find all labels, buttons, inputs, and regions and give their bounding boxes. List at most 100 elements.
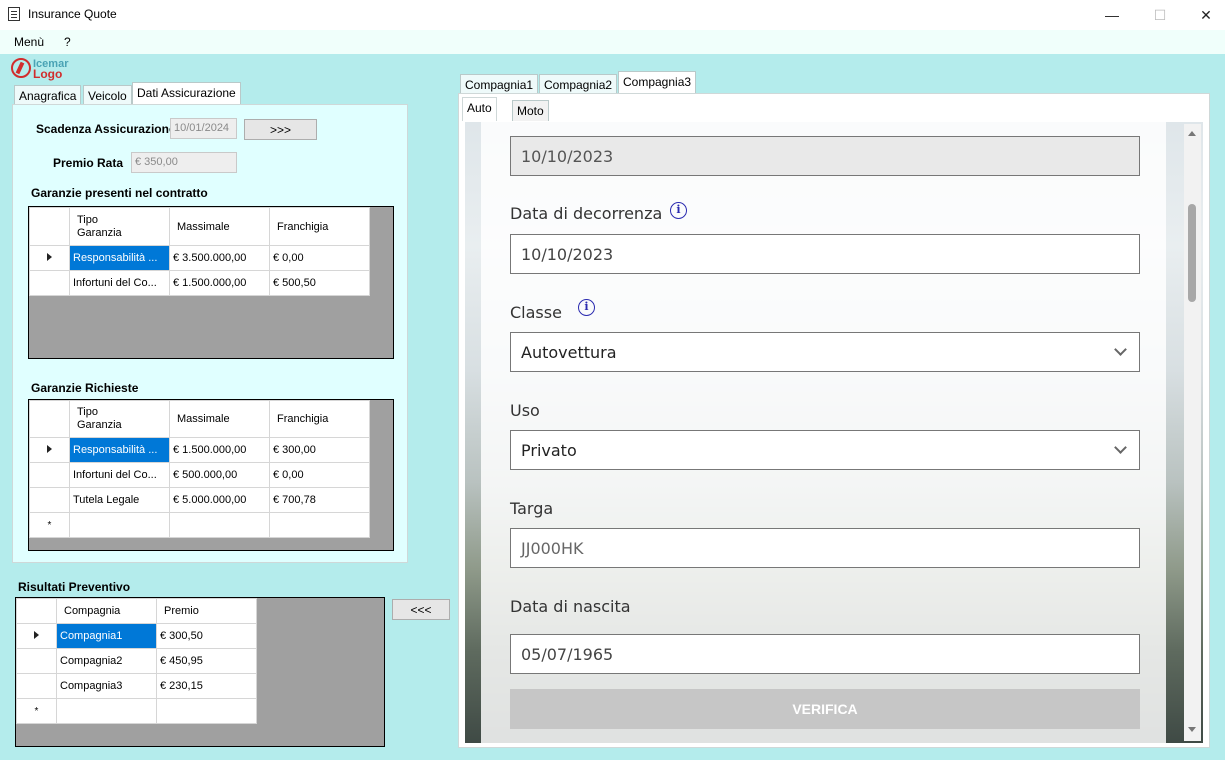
table-row[interactable]: Compagnia2 € 450,95 bbox=[16, 648, 257, 674]
tab-compagnia1[interactable]: Compagnia1 bbox=[460, 74, 539, 94]
classe-select[interactable]: Autovettura bbox=[510, 332, 1140, 372]
nascita-field[interactable]: 05/07/1965 bbox=[510, 634, 1140, 674]
garanzie-richieste-title: Garanzie Richieste bbox=[31, 381, 139, 395]
table-cell[interactable] bbox=[69, 512, 170, 538]
premio-rata-label: Premio Rata bbox=[53, 156, 124, 170]
table-cell[interactable]: Responsabilità ... bbox=[69, 437, 170, 463]
tab-compagnia2[interactable]: Compagnia2 bbox=[539, 74, 618, 94]
date-field-top[interactable]: 10/10/2023 bbox=[510, 136, 1140, 176]
form-card: 10/10/2023 Data di decorrenza i 10/10/20… bbox=[481, 122, 1166, 743]
next-button[interactable]: >>> bbox=[244, 119, 317, 140]
current-row-icon bbox=[34, 631, 39, 639]
row-header[interactable] bbox=[29, 462, 70, 488]
table-row[interactable]: Compagnia3 € 230,15 bbox=[16, 673, 257, 699]
table-row[interactable]: Infortuni del Co... € 500.000,00 € 0,00 bbox=[29, 462, 370, 488]
table-cell[interactable]: € 0,00 bbox=[269, 245, 370, 271]
table-cell[interactable]: € 0,00 bbox=[269, 462, 370, 488]
close-button[interactable]: ✕ bbox=[1183, 0, 1225, 30]
tab-compagnia3[interactable]: Compagnia3 bbox=[618, 71, 697, 93]
risultati-grid[interactable]: Compagnia Premio Compagnia1 € 300,50 Com… bbox=[15, 597, 385, 747]
table-cell[interactable] bbox=[56, 698, 157, 724]
corner-cell bbox=[29, 400, 70, 438]
table-cell[interactable]: € 300,50 bbox=[156, 623, 257, 649]
info-icon[interactable]: i bbox=[578, 299, 595, 316]
tab-anagrafica[interactable]: Anagrafica bbox=[14, 85, 82, 105]
new-row[interactable]: * bbox=[16, 698, 257, 724]
back-button[interactable]: <<< bbox=[392, 599, 450, 620]
row-header[interactable] bbox=[16, 623, 57, 649]
targa-field[interactable]: JJ000HK bbox=[510, 528, 1140, 568]
table-cell[interactable]: € 450,95 bbox=[156, 648, 257, 674]
column-header-premio[interactable]: Premio bbox=[156, 598, 257, 624]
uso-select[interactable]: Privato bbox=[510, 430, 1140, 470]
tab-auto[interactable]: Auto bbox=[462, 97, 497, 121]
row-header[interactable] bbox=[29, 437, 70, 463]
table-cell[interactable]: Compagnia2 bbox=[56, 648, 157, 674]
table-cell[interactable]: Responsabilità ... bbox=[69, 245, 170, 271]
logo-text-bottom: Logo bbox=[33, 67, 63, 81]
corner-cell bbox=[29, 207, 70, 246]
column-header-tipo[interactable]: Tipo Garanzia bbox=[69, 400, 170, 438]
scadenza-label: Scadenza Assicurazione bbox=[36, 122, 176, 136]
new-row[interactable]: * bbox=[29, 512, 370, 538]
tab-moto[interactable]: Moto bbox=[512, 100, 549, 121]
column-header-massimale[interactable]: Massimale bbox=[169, 207, 270, 246]
header-tipo-line2: Garanzia bbox=[77, 419, 122, 431]
table-cell[interactable]: Infortuni del Co... bbox=[69, 462, 170, 488]
row-header[interactable] bbox=[16, 673, 57, 699]
scroll-down-icon[interactable] bbox=[1188, 727, 1196, 732]
table-cell[interactable] bbox=[156, 698, 257, 724]
table-cell[interactable]: Infortuni del Co... bbox=[69, 270, 170, 296]
logo-icon bbox=[11, 58, 31, 78]
row-header[interactable] bbox=[29, 487, 70, 513]
menu-item-help[interactable]: ? bbox=[64, 35, 71, 49]
table-cell[interactable]: € 500,50 bbox=[269, 270, 370, 296]
classe-select-value: Autovettura bbox=[521, 343, 617, 362]
decorrenza-field[interactable]: 10/10/2023 bbox=[510, 234, 1140, 274]
row-header[interactable] bbox=[29, 245, 70, 271]
column-header-tipo[interactable]: Tipo Garanzia bbox=[69, 207, 170, 246]
column-header-franchigia[interactable]: Franchigia bbox=[269, 400, 370, 438]
tab-veicolo[interactable]: Veicolo bbox=[83, 85, 132, 105]
table-row[interactable]: Responsabilità ... € 3.500.000,00 € 0,00 bbox=[29, 245, 370, 271]
table-cell[interactable]: € 500.000,00 bbox=[169, 462, 270, 488]
garanzie-richieste-grid[interactable]: Tipo Garanzia Massimale Franchigia Respon… bbox=[28, 399, 394, 551]
table-cell[interactable]: € 1.500.000,00 bbox=[169, 270, 270, 296]
scroll-up-icon[interactable] bbox=[1188, 131, 1196, 136]
table-cell[interactable]: € 230,15 bbox=[156, 673, 257, 699]
menu-item-menu[interactable]: Menù bbox=[14, 35, 44, 49]
info-icon[interactable]: i bbox=[670, 202, 687, 219]
row-header[interactable] bbox=[16, 648, 57, 674]
table-cell[interactable]: € 300,00 bbox=[269, 437, 370, 463]
current-row-icon bbox=[47, 253, 52, 261]
table-row[interactable]: Infortuni del Co... € 1.500.000,00 € 500… bbox=[29, 270, 370, 296]
column-header-massimale[interactable]: Massimale bbox=[169, 400, 270, 438]
column-header-franchigia[interactable]: Franchigia bbox=[269, 207, 370, 246]
scadenza-field[interactable]: 10/01/2024 bbox=[170, 118, 237, 139]
scrollbar-thumb[interactable] bbox=[1188, 204, 1196, 302]
table-cell[interactable]: € 3.500.000,00 bbox=[169, 245, 270, 271]
table-row[interactable]: Tutela Legale € 5.000.000,00 € 700,78 bbox=[29, 487, 370, 513]
table-cell[interactable]: € 5.000.000,00 bbox=[169, 487, 270, 513]
table-cell[interactable]: € 700,78 bbox=[269, 487, 370, 513]
table-row[interactable]: Responsabilità ... € 1.500.000,00 € 300,… bbox=[29, 437, 370, 463]
garanzie-presenti-grid[interactable]: Tipo Garanzia Massimale Franchigia Respon… bbox=[28, 206, 394, 359]
premio-rata-field[interactable]: € 350,00 bbox=[131, 152, 237, 173]
header-tipo-line2: Garanzia bbox=[77, 226, 122, 239]
column-header-compagnia[interactable]: Compagnia bbox=[56, 598, 157, 624]
table-row[interactable]: Compagnia1 € 300,50 bbox=[16, 623, 257, 649]
table-cell[interactable] bbox=[169, 512, 270, 538]
verifica-button[interactable]: VERIFICA bbox=[510, 689, 1140, 729]
maximize-button[interactable]: ☐ bbox=[1137, 0, 1183, 30]
nascita-label: Data di nascita bbox=[510, 597, 631, 616]
tab-dati-assicurazione[interactable]: Dati Assicurazione bbox=[132, 82, 241, 104]
table-cell[interactable] bbox=[269, 512, 370, 538]
row-header[interactable] bbox=[29, 270, 70, 296]
window-title: Insurance Quote bbox=[28, 7, 117, 21]
minimize-button[interactable]: — bbox=[1089, 0, 1135, 30]
table-cell[interactable]: Compagnia1 bbox=[56, 623, 157, 649]
uso-select-value: Privato bbox=[521, 441, 577, 460]
table-cell[interactable]: Compagnia3 bbox=[56, 673, 157, 699]
table-cell[interactable]: € 1.500.000,00 bbox=[169, 437, 270, 463]
table-cell[interactable]: Tutela Legale bbox=[69, 487, 170, 513]
